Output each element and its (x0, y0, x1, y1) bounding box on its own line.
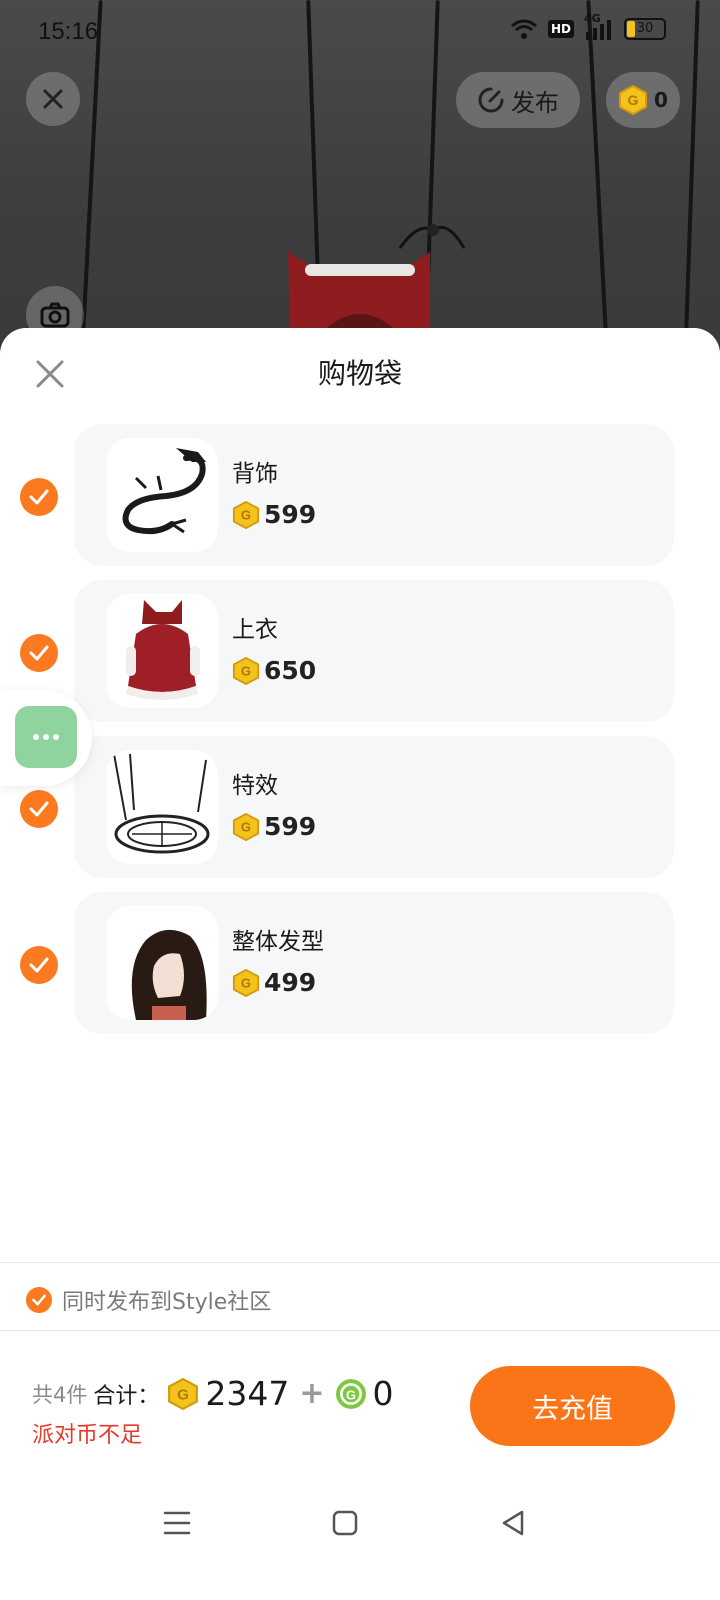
share-label: 同时发布到Style社区 (62, 1290, 272, 1315)
hd-icon: HD (547, 20, 574, 38)
menu-icon[interactable] (163, 1510, 191, 1536)
party-coin-icon: G (168, 1377, 199, 1410)
insufficient-balance-warning: 派对币不足 (32, 1423, 143, 1448)
divider (0, 1262, 720, 1263)
dragon-backpiece-icon (106, 438, 218, 552)
back-triangle-icon[interactable] (500, 1510, 526, 1536)
bag-item[interactable]: 特效 G 599 (74, 736, 674, 878)
svg-text:G: G (241, 975, 251, 990)
svg-text:G: G (241, 663, 251, 678)
red-hooded-outfit-icon (106, 594, 218, 708)
checkmark-icon (29, 957, 49, 973)
close-editor-button[interactable] (26, 72, 80, 126)
party-coin-icon: G (232, 656, 260, 685)
floating-assistant (0, 690, 92, 786)
party-coin-icon: G (232, 500, 260, 529)
total-line: 共4件 合计： G 2347 + G 0 (32, 1374, 394, 1413)
item-price: G 499 (232, 968, 316, 997)
status-bar: 15:16 HD 4G 30 (0, 0, 720, 64)
divider (0, 1330, 720, 1331)
svg-text:G: G (241, 819, 251, 834)
item-count: 共4件 (32, 1382, 88, 1407)
recharge-button[interactable]: 去充值 (470, 1366, 675, 1446)
avatar-hood-ears (288, 252, 430, 334)
publish-label: 发布 (511, 88, 559, 117)
party-coin-icon: G (232, 968, 260, 997)
item-name: 特效 (232, 773, 278, 799)
signal-icon: 4G (584, 12, 614, 40)
item-price: G 599 (232, 500, 316, 529)
item-checkbox[interactable] (20, 790, 58, 828)
bag-item[interactable]: 整体发型 G 499 (74, 892, 674, 1034)
green-coin-icon: G (335, 1378, 366, 1409)
battery-level: 30 (636, 21, 654, 36)
party-coin-icon: G (232, 812, 260, 841)
item-name: 整体发型 (232, 929, 324, 955)
svg-text:G: G (346, 1387, 356, 1402)
sheet-title: 购物袋 (317, 357, 402, 390)
wifi-icon (510, 18, 538, 40)
plus-sign: + (299, 1376, 325, 1411)
coin-balance-button[interactable]: G 0 (606, 72, 680, 128)
green-coin-total: 0 (372, 1374, 394, 1413)
close-icon (43, 89, 63, 109)
item-price: G 599 (232, 812, 316, 841)
item-checkbox[interactable] (20, 946, 58, 984)
coin-balance-value: 0 (654, 88, 668, 112)
camera-icon (40, 302, 70, 328)
share-checkbox[interactable] (26, 1287, 52, 1313)
item-name: 上衣 (232, 617, 278, 643)
item-checkbox[interactable] (20, 478, 58, 516)
svg-text:G: G (178, 1386, 190, 1403)
item-price-value: 650 (264, 656, 317, 685)
publish-button[interactable]: 发布 (456, 72, 580, 128)
share-to-community-toggle[interactable]: 同时发布到Style社区 (26, 1284, 271, 1316)
system-navigation-bar (0, 1490, 720, 1560)
svg-text:G: G (628, 92, 639, 108)
checkmark-icon (29, 801, 49, 817)
status-time: 15:16 (38, 18, 99, 45)
party-coin-total: 2347 (205, 1374, 290, 1413)
party-coin-icon: G (619, 85, 648, 115)
order-summary: 共4件 合计： G 2347 + G 0 派对币不足 (32, 1374, 394, 1449)
publish-icon (478, 87, 504, 113)
battery-icon: 30 (624, 18, 666, 40)
item-price: G 650 (232, 656, 316, 685)
checkmark-icon (29, 645, 49, 661)
network-type-label: 4G (584, 12, 601, 25)
item-price-value: 599 (264, 812, 317, 841)
svg-text:G: G (241, 507, 251, 522)
item-name: 背饰 (232, 461, 278, 487)
dragon-tail-decor-icon (398, 224, 466, 249)
bag-item[interactable]: 背饰 G 599 (74, 424, 674, 566)
status-icons: HD 4G 30 (510, 12, 666, 40)
item-price-value: 599 (264, 500, 317, 529)
more-options-button[interactable] (15, 706, 77, 768)
item-price-value: 499 (264, 968, 317, 997)
long-hair-icon (106, 906, 218, 1020)
item-checkbox[interactable] (20, 634, 58, 672)
total-label: 合计： (93, 1383, 160, 1409)
bag-item[interactable]: 上衣 G 650 (74, 580, 674, 722)
checkmark-icon (32, 1294, 46, 1306)
magic-circle-effect-icon (106, 750, 218, 864)
checkmark-icon (29, 489, 49, 505)
home-square-icon[interactable] (332, 1510, 358, 1536)
